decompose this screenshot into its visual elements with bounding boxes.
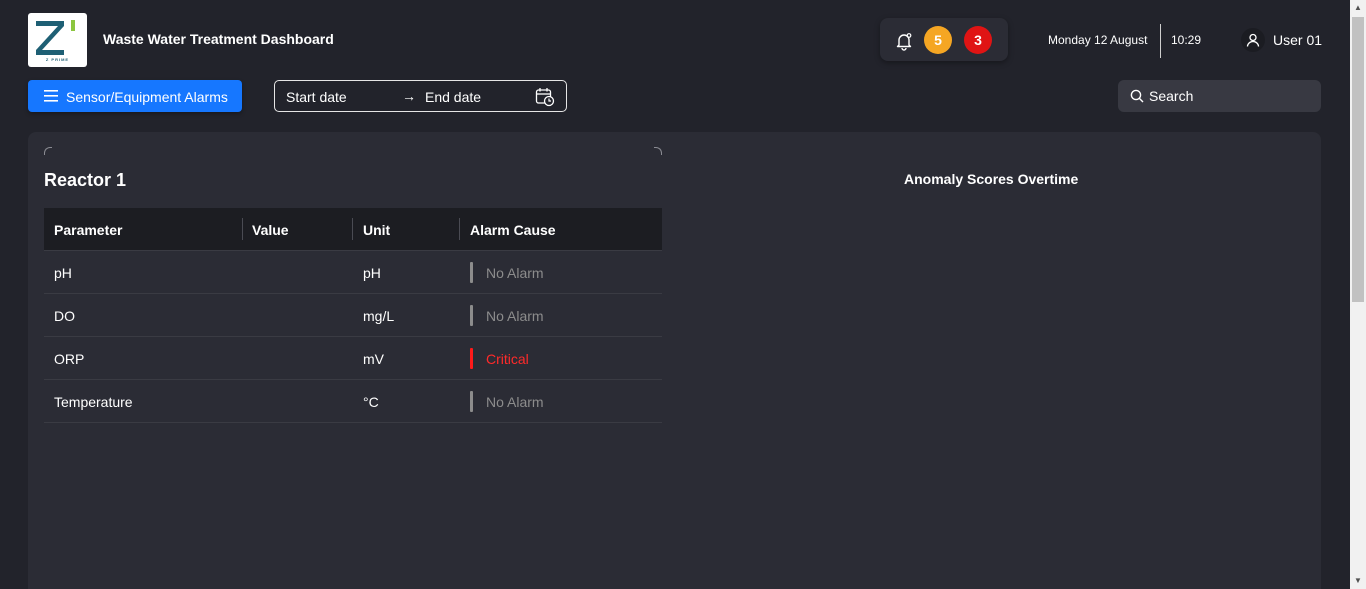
user-avatar-icon[interactable] <box>1241 28 1265 52</box>
column-header-unit[interactable]: Unit <box>363 222 390 238</box>
card-corner <box>654 147 662 155</box>
page-scrollbar[interactable]: ▲ ▼ <box>1350 0 1366 589</box>
unit-cell: pH <box>363 265 381 281</box>
alarm-status-bar <box>470 262 473 283</box>
calendar-clock-icon[interactable] <box>535 87 555 107</box>
column-header-value[interactable]: Value <box>252 222 289 238</box>
warning-count-badge[interactable]: 5 <box>924 26 952 54</box>
column-divider <box>242 218 243 240</box>
table-row[interactable]: pH pH No Alarm <box>44 251 662 294</box>
anomaly-chart-title: Anomaly Scores Overtime <box>904 171 1079 187</box>
alarm-status-bar <box>470 391 473 412</box>
alarm-cause-cell: No Alarm <box>486 265 544 281</box>
company-logo[interactable]: Z PRIME <box>28 13 87 67</box>
date-range-picker[interactable]: Start date → End date <box>274 80 567 112</box>
critical-count-badge[interactable]: 3 <box>964 26 992 54</box>
search-icon <box>1130 89 1144 103</box>
alarms-button-label: Sensor/Equipment Alarms <box>66 89 228 105</box>
scrollbar-thumb[interactable] <box>1352 17 1364 302</box>
parameter-cell: Temperature <box>54 394 133 410</box>
search-input[interactable] <box>1149 80 1314 112</box>
parameters-table: Parameter Value Unit Alarm Cause pH pH N… <box>44 208 662 423</box>
table-header: Parameter Value Unit Alarm Cause <box>44 208 662 251</box>
alarm-status-bar <box>470 305 473 326</box>
parameter-cell: ORP <box>54 351 85 367</box>
unit-cell: mg/L <box>363 308 395 324</box>
card-corner <box>44 147 52 155</box>
start-date-input[interactable]: Start date <box>286 89 347 105</box>
scroll-up-arrow-icon[interactable]: ▲ <box>1350 0 1366 16</box>
end-date-input[interactable]: End date <box>425 89 481 105</box>
search-box[interactable] <box>1118 80 1321 112</box>
alarm-cause-cell: No Alarm <box>486 394 544 410</box>
table-row[interactable]: ORP mV Critical <box>44 337 662 380</box>
column-divider <box>459 218 460 240</box>
column-header-alarm-cause[interactable]: Alarm Cause <box>470 222 556 238</box>
parameter-cell: DO <box>54 308 75 324</box>
parameter-cell: pH <box>54 265 72 281</box>
scroll-down-arrow-icon[interactable]: ▼ <box>1350 573 1366 589</box>
column-header-parameter[interactable]: Parameter <box>54 222 123 238</box>
app: Z PRIME Waste Water Treatment Dashboard … <box>0 0 1350 589</box>
table-row[interactable]: DO mg/L No Alarm <box>44 294 662 337</box>
bell-icon[interactable] <box>894 31 914 51</box>
current-date: Monday 12 August <box>1048 33 1148 47</box>
unit-cell: mV <box>363 351 384 367</box>
menu-icon <box>44 90 58 102</box>
unit-cell: °C <box>363 394 379 410</box>
user-name[interactable]: User 01 <box>1273 32 1322 48</box>
header-divider <box>1160 24 1161 58</box>
column-divider <box>352 218 353 240</box>
alarm-status-bar <box>470 348 473 369</box>
alarm-cause-cell: No Alarm <box>486 308 544 324</box>
logo-text: Z PRIME <box>45 57 70 62</box>
range-arrow-icon: → <box>402 88 416 104</box>
reactor-title: Reactor 1 <box>44 170 127 190</box>
notifications-card: 5 3 <box>880 18 1008 61</box>
sensor-equipment-alarms-button[interactable]: Sensor/Equipment Alarms <box>28 80 242 112</box>
page-title: Waste Water Treatment Dashboard <box>103 31 334 47</box>
current-time: 10:29 <box>1171 33 1202 47</box>
main-panel: Reactor 1 Parameter Value Unit Alarm Cau… <box>28 132 1321 589</box>
table-row[interactable]: Temperature °C No Alarm <box>44 380 662 423</box>
alarm-cause-cell: Critical <box>486 351 529 367</box>
